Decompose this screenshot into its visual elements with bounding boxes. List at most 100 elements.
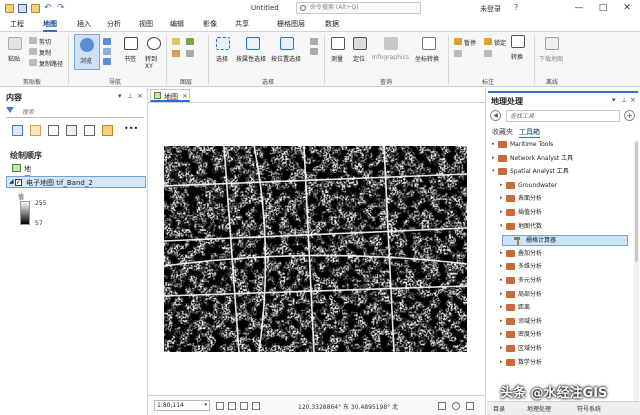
toolset-item[interactable]: ▸ 数学分析 [500, 358, 626, 369]
toolset-item[interactable]: ▸ 局部分析 [500, 290, 626, 301]
list-by-drawing-order-icon[interactable] [12, 125, 23, 136]
collapse-arrow-icon[interactable]: ▸ [500, 195, 503, 201]
collapse-arrow-icon[interactable]: ▸ [500, 209, 503, 215]
tab-toolboxes[interactable]: 工具箱 [519, 127, 540, 138]
find-tools-input[interactable] [506, 110, 620, 122]
minimize-button[interactable]: — [572, 1, 586, 15]
download-map-icon[interactable] [545, 37, 559, 50]
toolset-item[interactable]: ▸ 插值分析 [500, 208, 626, 219]
help-button[interactable]: ? [514, 3, 518, 12]
view-unplaced-icon[interactable] [454, 50, 462, 57]
tab-favorites[interactable]: 收藏夹 [492, 127, 513, 137]
close-button[interactable]: ✕ [620, 1, 634, 15]
pin-icon[interactable]: ⊥ [127, 92, 133, 100]
explore-button[interactable]: 浏览 [74, 34, 100, 70]
open-project-icon[interactable] [5, 4, 14, 13]
collapse-arrow-icon[interactable]: ▸ [500, 277, 503, 283]
pane-menu-icon[interactable]: ▾ [118, 92, 122, 100]
select-by-attributes-icon[interactable] [246, 37, 260, 50]
copy-path-label[interactable]: 复制路径 [39, 59, 63, 68]
save-icon[interactable] [18, 4, 27, 13]
select-by-location-icon[interactable] [280, 37, 294, 50]
contents-search-input[interactable] [22, 107, 140, 117]
paste-icon[interactable] [8, 37, 22, 50]
goto-xy-icon[interactable] [147, 37, 161, 50]
cut-label[interactable]: 剪切 [39, 37, 51, 46]
toolset-item[interactable]: ▸ 表面分析 [500, 194, 626, 205]
select-label[interactable]: 选择 [216, 54, 228, 63]
toolset-item[interactable]: ▸ 密度分析 [500, 330, 626, 341]
infographics-icon[interactable] [384, 37, 398, 50]
collapse-arrow-icon[interactable]: ▸ [500, 304, 503, 310]
bookmarks-icon[interactable] [124, 37, 138, 50]
collapse-arrow-icon[interactable]: ▸ [500, 318, 503, 324]
collapse-arrow-icon[interactable]: ▸ [500, 182, 503, 188]
convert-labels-label[interactable]: 转换 [511, 52, 523, 61]
collapse-arrow-icon[interactable]: ▸ [500, 331, 503, 337]
sign-in-status[interactable]: 未登录 [480, 4, 501, 14]
toolbox-item[interactable]: ▾ Spatial Analyst 工具 [492, 167, 626, 178]
measure-icon[interactable] [331, 37, 345, 50]
select-by-attributes-label[interactable]: 按属性选择 [236, 54, 266, 63]
expand-arrow-icon[interactable]: ▾ [500, 223, 503, 229]
collapse-arrow-icon[interactable]: ▸ [500, 250, 503, 256]
toolset-item[interactable]: ▸ 区域分析 [500, 344, 626, 355]
toolset-item[interactable]: ▸ 多维分析 [500, 262, 626, 273]
pin-icon[interactable]: ⊥ [621, 96, 627, 104]
more-labels-icon[interactable] [484, 50, 492, 57]
tab-geoprocessing[interactable]: 地理处理 [527, 404, 551, 413]
snapping-icon[interactable] [466, 402, 474, 410]
scrollbar-thumb[interactable] [635, 142, 638, 262]
tab-insert[interactable]: 插入 [77, 19, 91, 29]
collapse-arrow-icon[interactable]: ◢ [9, 178, 14, 185]
toolset-item[interactable]: ▸ 多元分析 [500, 276, 626, 287]
add-preset-icon[interactable] [172, 50, 180, 57]
select-icon[interactable] [216, 37, 230, 50]
close-pane-icon[interactable]: × [630, 96, 636, 104]
list-by-labeling-icon[interactable] [102, 125, 113, 136]
scale-selector[interactable]: 1:80,114 ▾ [154, 400, 210, 411]
tool-item[interactable]: 栅格计算器 [502, 235, 628, 247]
tab-raster-layer[interactable]: 栅格图层 [277, 19, 305, 29]
layer-row[interactable]: ◢ ✓ 电子地图 tif_Band_2 [6, 176, 146, 188]
expand-arrow-icon[interactable]: ▾ [492, 168, 495, 174]
collapse-arrow-icon[interactable]: ▸ [500, 345, 503, 351]
maximize-button[interactable]: □ [596, 1, 610, 15]
copy-path-icon[interactable] [29, 59, 37, 66]
toolset-item[interactable]: ▸ 邻域分析 [500, 317, 626, 328]
collapse-arrow-icon[interactable]: ▸ [500, 263, 503, 269]
tab-symbology[interactable]: 符号系统 [577, 404, 601, 413]
grid-icon[interactable] [240, 402, 248, 410]
fixed-scale-icon[interactable] [216, 402, 224, 410]
tab-share[interactable]: 共享 [235, 19, 249, 29]
tab-catalog[interactable]: 目录 [493, 404, 505, 413]
copy-icon[interactable] [29, 48, 37, 55]
add-data-icon[interactable] [172, 38, 180, 45]
collapse-arrow-icon[interactable]: ▸ [500, 359, 503, 365]
command-search-input[interactable]: 命令搜索 (Alt+Q) [296, 2, 421, 14]
raster-image[interactable] [164, 146, 467, 352]
tab-edit[interactable]: 编辑 [170, 19, 184, 29]
coordinate-conversion-icon[interactable] [422, 37, 436, 50]
toolset-item[interactable]: ▸ 距离 [500, 303, 626, 314]
toolset-item[interactable]: ▸ 叠加分析 [500, 249, 626, 260]
pause-drawing-icon[interactable] [438, 402, 446, 410]
pause-labels-label[interactable]: 暂停 [464, 38, 476, 47]
collapse-arrow-icon[interactable]: ▸ [492, 155, 495, 161]
lock-labels-label[interactable]: 锁定 [494, 38, 506, 47]
convert-labels-icon[interactable] [511, 35, 525, 48]
clear-selection-icon[interactable] [310, 48, 318, 55]
extent-icon[interactable] [228, 402, 236, 410]
refresh-icon[interactable] [452, 402, 460, 410]
cut-icon[interactable] [29, 37, 37, 44]
previous-extent-icon[interactable] [103, 58, 111, 65]
rotate-icon[interactable] [252, 402, 260, 410]
toolbox-item[interactable]: ▸ Network Analyst 工具 [492, 154, 626, 165]
redo-icon[interactable]: ↷ [57, 4, 66, 13]
list-by-selection-icon[interactable] [48, 125, 59, 136]
map-view-tab[interactable]: 地图 × [150, 89, 190, 102]
lock-labels-icon[interactable] [484, 38, 492, 45]
full-extent-icon[interactable] [103, 38, 111, 45]
tab-map[interactable]: 地图 [43, 19, 57, 32]
infographics-label[interactable]: Infographics [372, 54, 409, 61]
